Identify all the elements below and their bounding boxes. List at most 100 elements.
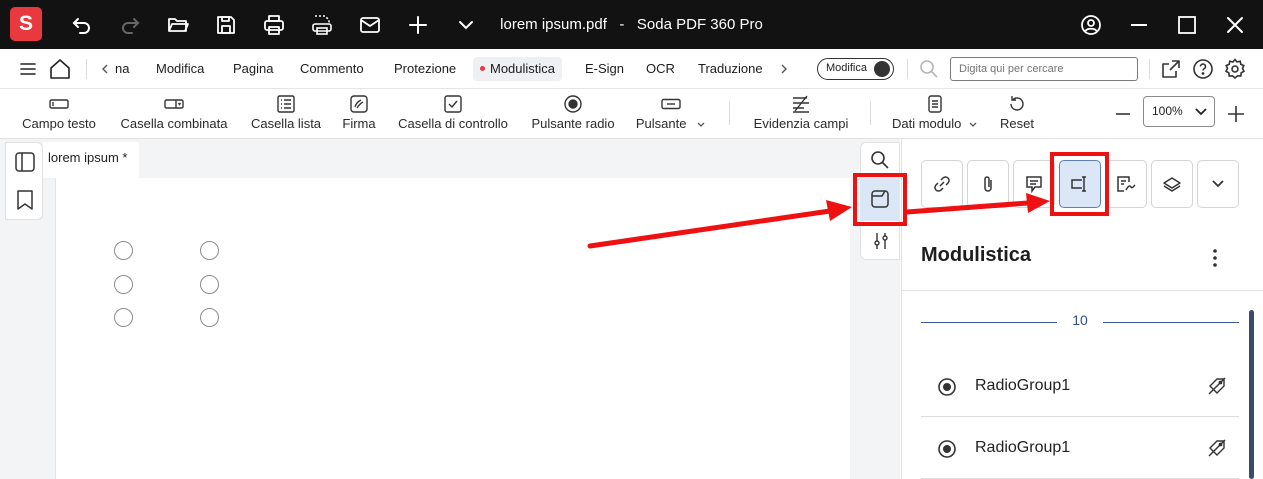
toggle-knob	[874, 61, 890, 77]
zoom-in-icon[interactable]	[1226, 104, 1246, 124]
scan-icon[interactable]	[310, 13, 334, 37]
layers-icon	[1163, 177, 1181, 192]
form-field-row[interactable]: RadioGroup1	[921, 355, 1239, 417]
search-icon[interactable]	[918, 58, 940, 80]
panel-scrollbar[interactable]	[1249, 310, 1254, 479]
reset-button[interactable]: Reset	[994, 93, 1040, 135]
form-data-button[interactable]: Dati modulo	[886, 93, 984, 135]
open-folder-icon[interactable]	[166, 13, 190, 37]
radio-field[interactable]	[200, 308, 219, 327]
document-tab[interactable]: lorem ipsum *	[43, 142, 139, 178]
panel-title: Modulistica	[921, 244, 1032, 266]
menu-scroll-right-icon[interactable]	[779, 61, 789, 77]
checkbox-button[interactable]: Casella di controllo	[393, 93, 513, 135]
menu-item-pagina[interactable]: Pagina	[226, 57, 280, 81]
attachment-tool-button[interactable]	[967, 160, 1009, 208]
comment-icon	[1026, 176, 1042, 194]
settings-gear-icon[interactable]	[1223, 57, 1247, 81]
zoom-select[interactable]: 100%	[1143, 96, 1215, 127]
divider	[86, 59, 87, 79]
list-box-icon	[246, 93, 326, 115]
add-icon[interactable]	[406, 13, 430, 37]
checkbox-icon	[393, 93, 513, 115]
panels-toggle-icon[interactable]	[14, 151, 36, 173]
highlight-fields-icon	[748, 93, 854, 115]
signature-field-tool-button[interactable]	[1105, 160, 1147, 208]
layers-tool-button[interactable]	[1151, 160, 1193, 208]
radio-button-tool[interactable]: Pulsante radio	[527, 93, 619, 135]
share-icon[interactable]	[1159, 57, 1183, 81]
adjust-sliders-icon[interactable]	[872, 231, 890, 251]
chevron-down-icon[interactable]	[454, 13, 478, 37]
search-input[interactable]	[950, 57, 1138, 81]
menu-item-modulistica-label: Modulistica	[490, 61, 556, 76]
menu-item-traduzione[interactable]: Traduzione	[691, 57, 770, 81]
more-options-icon[interactable]	[1206, 248, 1224, 268]
left-sidebar-rail	[5, 142, 43, 220]
save-icon[interactable]	[214, 13, 238, 37]
hamburger-menu-icon[interactable]	[18, 59, 38, 79]
mail-icon[interactable]	[358, 13, 382, 37]
highlight-fields-button[interactable]: Evidenzia campi	[748, 93, 854, 135]
pdf-page	[55, 178, 850, 479]
print-icon[interactable]	[262, 13, 286, 37]
combo-box-button[interactable]: Casella combinata	[114, 93, 234, 135]
radio-field[interactable]	[114, 308, 133, 327]
close-icon[interactable]	[1223, 13, 1247, 37]
divider	[901, 290, 1263, 291]
radio-group-icon	[938, 378, 956, 396]
form-field-row[interactable]: RadioGroup1	[921, 417, 1239, 479]
highlight-fields-label: Evidenzia campi	[753, 116, 849, 131]
unlinked-tag-icon	[1208, 377, 1226, 395]
list-box-label: Casella lista	[250, 116, 322, 131]
divider	[907, 59, 908, 79]
menu-item-modifica[interactable]: Modifica	[149, 57, 211, 81]
combo-box-icon	[114, 93, 234, 115]
edit-mode-toggle-label: Modifica	[826, 62, 867, 74]
title-separator: -	[619, 16, 625, 33]
push-button-label: Pulsante	[630, 115, 712, 133]
help-icon[interactable]	[1191, 57, 1215, 81]
unlinked-tag-icon	[1208, 439, 1226, 457]
product-name: Soda PDF 360 Pro	[636, 16, 763, 33]
redo-icon[interactable]	[118, 13, 142, 37]
edit-mode-toggle[interactable]: Modifica	[817, 58, 894, 80]
text-field-button[interactable]: Campo testo	[14, 93, 104, 135]
signature-label: Firma	[342, 116, 376, 131]
menu-item-protezione[interactable]: Protezione	[387, 57, 463, 81]
search-icon[interactable]	[869, 149, 891, 171]
radio-field[interactable]	[200, 241, 219, 260]
menu-item-commento[interactable]: Commento	[293, 57, 371, 81]
link-tool-button[interactable]	[921, 160, 963, 208]
highlight-box	[853, 173, 907, 226]
menu-item-ocr[interactable]: OCR	[639, 57, 682, 81]
minimize-icon[interactable]	[1127, 13, 1151, 37]
signature-button[interactable]: Firma	[338, 93, 380, 135]
ribbon-toolbar: Campo testo Casella combinata Casella li…	[0, 89, 1263, 139]
zoom-value: 100%	[1152, 104, 1183, 118]
form-data-label: Dati modulo	[886, 115, 984, 133]
account-icon[interactable]	[1079, 13, 1103, 37]
undo-icon[interactable]	[70, 13, 94, 37]
list-box-button[interactable]: Casella lista	[246, 93, 326, 135]
form-data-icon	[886, 93, 984, 115]
menu-item-modulistica[interactable]: Modulistica	[473, 57, 563, 81]
radio-field[interactable]	[114, 241, 133, 260]
menu-bar: na Modifica Pagina Commento Protezione M…	[0, 49, 1263, 89]
radio-field[interactable]	[114, 275, 133, 294]
menu-item-esign[interactable]: E-Sign	[578, 57, 631, 81]
active-indicator-dot	[480, 66, 485, 72]
divider	[729, 101, 730, 125]
bookmark-icon[interactable]	[15, 189, 35, 211]
more-tools-dropdown[interactable]	[1197, 160, 1239, 208]
radio-field[interactable]	[200, 275, 219, 294]
reset-label: Reset	[1000, 116, 1034, 131]
maximize-icon[interactable]	[1175, 13, 1199, 37]
file-name: lorem ipsum.pdf	[500, 16, 607, 33]
menu-item-partial[interactable]: na	[108, 57, 136, 81]
signature-icon	[338, 93, 380, 115]
push-button-tool[interactable]: Pulsante	[630, 93, 712, 135]
zoom-out-icon[interactable]	[1114, 105, 1132, 123]
home-icon[interactable]	[48, 57, 72, 81]
comment-tool-button[interactable]	[1013, 160, 1055, 208]
